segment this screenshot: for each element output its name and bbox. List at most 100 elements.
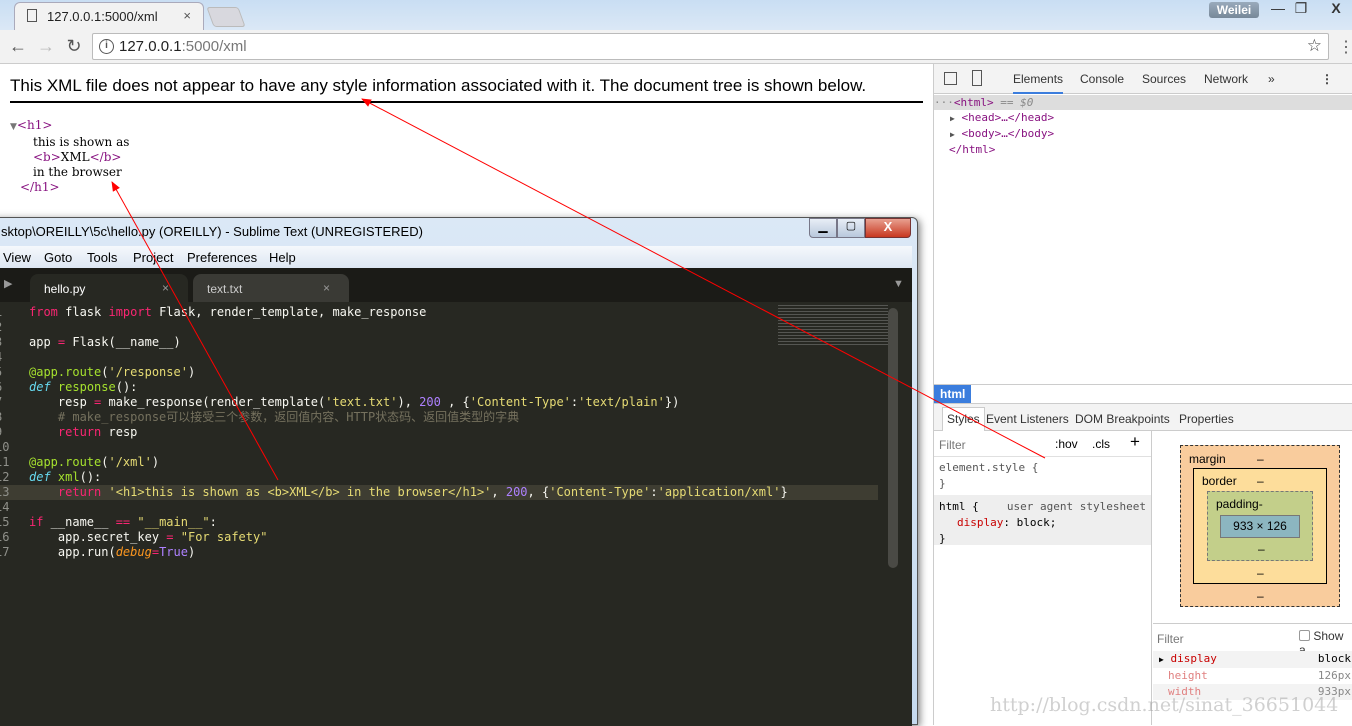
code-line[interactable]: 14 (0, 500, 878, 515)
breadcrumb: html (934, 384, 1352, 404)
cls-button[interactable]: .cls (1092, 437, 1110, 451)
tab-network[interactable]: Network (1204, 72, 1248, 86)
code-line[interactable]: 3 app = Flask(__name__) (0, 335, 878, 350)
reload-icon[interactable]: ↻ (63, 36, 85, 57)
dom-tag: <body>…</body> (961, 127, 1055, 140)
line-number: 17 (0, 545, 10, 559)
box-padding: padding- – 933 × 126 (1207, 491, 1313, 561)
code-token: @app.route (29, 455, 102, 469)
info-icon[interactable]: i (99, 39, 114, 54)
new-tab-button[interactable] (206, 7, 246, 27)
element-style-rule: element.style { } (939, 460, 1038, 492)
tab-title: 127.0.0.1:5000/xml (47, 9, 158, 24)
expand-icon[interactable]: ▶ (950, 130, 955, 139)
xml-tag: </b> (89, 150, 122, 164)
checkbox-icon[interactable] (1299, 630, 1310, 641)
dom-node-body[interactable]: ▶ <body>…</body> (934, 126, 1352, 142)
rule-property: display (957, 516, 1004, 529)
menu-view[interactable]: View (3, 250, 31, 265)
code-token: # make_response可以接受三个参数，返回值内容、HTTP状态码、返回… (29, 410, 520, 424)
code-line[interactable]: 11 @app.route('/xml') (0, 455, 878, 470)
menu-tools[interactable]: Tools (87, 250, 117, 265)
restore-button[interactable]: ❐ (1283, 0, 1319, 17)
code-area[interactable]: 1 from flask import Flask, render_templat… (0, 305, 878, 560)
add-rule-icon[interactable]: + (1130, 432, 1140, 452)
tab-dom-breakpoints[interactable]: DOM Breakpoints (1075, 412, 1170, 426)
code-line[interactable]: 2 (0, 320, 878, 335)
devtools-menu-icon[interactable]: ⋮ (1321, 72, 1333, 86)
menu-icon[interactable]: ⋮ (1338, 37, 1352, 57)
sublime-minimize-button[interactable]: ▁ (809, 218, 837, 238)
line-number: 5 (0, 365, 2, 380)
code-line[interactable]: 9 return resp (0, 425, 878, 440)
code-line[interactable]: 16 app.secret_key = "For safety" (0, 530, 878, 545)
profile-button[interactable]: Weilei (1209, 2, 1259, 18)
tab-close-icon[interactable]: × (323, 281, 330, 295)
code-line[interactable]: 13 return '<h1>this is shown as <b>XML</… (0, 485, 878, 500)
code-line[interactable]: 1 from flask import Flask, render_templat… (0, 305, 878, 320)
tab-event-listeners[interactable]: Event Listeners (986, 412, 1069, 426)
breadcrumb-html[interactable]: html (934, 385, 972, 403)
line-number: 14 (0, 500, 10, 514)
menu-project[interactable]: Project (133, 250, 173, 265)
code-line[interactable]: 17 app.run(debug=True) (0, 545, 878, 560)
ellipsis-icon[interactable]: ··· (934, 96, 954, 109)
tab-sources[interactable]: Sources (1142, 72, 1186, 86)
scrollbar[interactable] (888, 308, 898, 568)
star-icon[interactable]: ☆ (1307, 36, 1322, 56)
tab-elements[interactable]: Elements (1013, 72, 1064, 94)
dom-node-head[interactable]: ▶ <head>…</head> (934, 110, 1352, 126)
computed-row[interactable]: ▶ display block (1153, 651, 1352, 668)
menu-goto[interactable]: Goto (44, 250, 72, 265)
editor-tab-hello[interactable]: hello.py × (30, 274, 188, 302)
sublime-maximize-button[interactable]: ▢ (837, 218, 865, 238)
sidebar-toggle-icon[interactable]: ▶ (4, 277, 12, 290)
minimap[interactable] (778, 305, 888, 345)
xml-tree: ▼<h1> this is shown as <b>XML</b> in the… (10, 118, 129, 195)
code-line[interactable]: 10 (0, 440, 878, 455)
expand-icon[interactable]: ▶ (950, 114, 955, 123)
collapse-triangle-icon[interactable]: ▼ (10, 122, 17, 132)
computed-row[interactable]: height 126px (1153, 668, 1352, 684)
xml-tag: <h1> (16, 118, 53, 132)
code-line[interactable]: 7 resp = make_response(render_template('… (0, 395, 878, 410)
inspect-icon[interactable] (944, 72, 957, 85)
tab-console[interactable]: Console (1080, 72, 1124, 86)
code-line[interactable]: 15 if __name__ == "__main__": (0, 515, 878, 530)
brace: } (939, 477, 946, 490)
code-line[interactable]: 12 def xml(): (0, 470, 878, 485)
code-line[interactable]: 8 # make_response可以接受三个参数，返回值内容、HTTP状态码、… (0, 410, 878, 425)
code-token: def (29, 470, 51, 484)
close-window-button[interactable]: X (1318, 0, 1352, 16)
address-bar[interactable]: i 127.0.0.1:5000/xml ☆ (92, 33, 1329, 60)
tab-list-icon[interactable]: ▼ (893, 278, 904, 290)
code-line[interactable]: 4 (0, 350, 878, 365)
browser-tab[interactable]: 127.0.0.1:5000/xml × (14, 2, 204, 31)
more-tabs-icon[interactable]: » (1268, 72, 1275, 86)
dom-node-html[interactable]: ···<html> == $0 (934, 95, 1352, 110)
element-style-selector[interactable]: element.style { (939, 460, 1038, 476)
code-line[interactable]: 5 @app.route('/response') (0, 365, 878, 380)
code-token: __name__ (43, 515, 116, 529)
tab-close-icon[interactable]: × (183, 8, 191, 23)
menu-help[interactable]: Help (269, 250, 296, 265)
filter-input[interactable]: Filter (939, 438, 966, 452)
menu-preferences[interactable]: Preferences (187, 250, 257, 265)
tab-styles[interactable]: Styles (942, 407, 985, 431)
forward-icon[interactable]: → (35, 36, 57, 57)
tab-properties[interactable]: Properties (1179, 412, 1234, 426)
computed-filter-input[interactable]: Filter (1157, 632, 1184, 646)
editor-tab-text[interactable]: text.txt × (193, 274, 349, 302)
code-token: '/response' (108, 365, 188, 379)
styles-filter[interactable]: Filter :hov .cls + (934, 431, 1151, 457)
tab-close-icon[interactable]: × (162, 281, 169, 295)
sublime-close-button[interactable]: X (865, 218, 911, 238)
device-icon[interactable] (972, 70, 982, 86)
back-icon[interactable]: ← (7, 36, 29, 57)
code-line[interactable]: 6 def response(): (0, 380, 878, 395)
code-token: '<h1>this is shown as <b>XML</b> in the … (108, 485, 492, 499)
hov-button[interactable]: :hov (1055, 437, 1078, 451)
expand-icon[interactable]: ▶ (1159, 655, 1164, 664)
devtools-tabbar: Elements Console Sources Network » ⋮ (934, 64, 1352, 94)
